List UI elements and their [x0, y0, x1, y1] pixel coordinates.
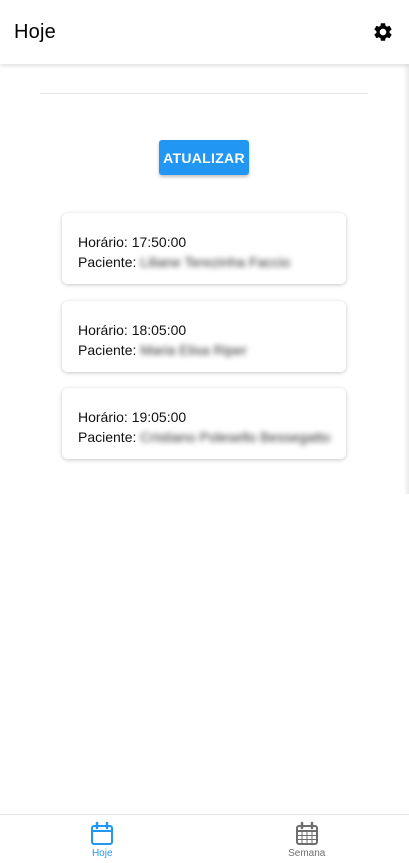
nav-label-semana: Semana	[288, 848, 326, 859]
calendar-day-icon	[91, 821, 114, 845]
time-label: Horário:	[78, 322, 128, 338]
appointment-time-row: Horário: 18:05:00	[78, 320, 330, 340]
calendar-week-icon	[295, 821, 318, 845]
appointment-card[interactable]: Horário: 19:05:00 Paciente: Cristiano Po…	[62, 388, 346, 459]
appointment-card[interactable]: Horário: 17:50:00 Paciente: Liliane Tere…	[62, 213, 346, 284]
patient-label: Paciente:	[78, 342, 137, 358]
bottom-navigation: Hoje Semana	[0, 814, 409, 863]
appointment-card[interactable]: Horário: 18:05:00 Paciente: Maria Elisa …	[62, 301, 346, 372]
patient-name: Cristiano Polesello Bessegatto	[140, 429, 331, 445]
side-shadow	[403, 64, 409, 494]
time-label: Horário:	[78, 234, 128, 250]
patient-label: Paciente:	[78, 254, 137, 270]
divider	[40, 93, 368, 94]
gear-icon	[374, 23, 392, 41]
appointment-time-row: Horário: 17:50:00	[78, 232, 330, 252]
appointment-time: 17:50:00	[131, 234, 187, 250]
nav-tab-semana[interactable]: Semana	[205, 815, 409, 863]
refresh-button[interactable]: ATUALIZAR	[159, 140, 249, 175]
appointment-time: 19:05:00	[131, 409, 187, 425]
patient-label: Paciente:	[78, 429, 137, 445]
settings-button[interactable]	[371, 20, 395, 44]
nav-tab-hoje[interactable]: Hoje	[0, 815, 205, 863]
page-title: Hoje	[14, 20, 56, 43]
time-label: Horário:	[78, 409, 128, 425]
appointment-patient-row: Paciente: Cristiano Polesello Bessegatto	[78, 427, 330, 447]
appointment-time-row: Horário: 19:05:00	[78, 407, 330, 427]
appointment-time: 18:05:00	[131, 322, 187, 338]
nav-label-hoje: Hoje	[91, 848, 113, 859]
appointment-patient-row: Paciente: Maria Elisa Riper	[78, 340, 330, 360]
patient-name: Maria Elisa Riper	[140, 342, 247, 358]
appointment-patient-row: Paciente: Liliane Terezinha Faccio	[78, 252, 330, 272]
patient-name: Liliane Terezinha Faccio	[140, 254, 291, 270]
app-header: Hoje	[0, 0, 409, 64]
